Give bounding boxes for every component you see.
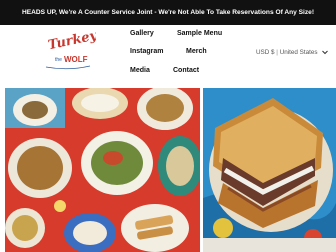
announcement-text: HEADS UP, We're A Counter Service Joint … [21, 9, 315, 16]
chevron-down-icon [321, 48, 329, 56]
nav-link-merch[interactable]: Merch [186, 48, 207, 55]
nav-link-sample-menu[interactable]: Sample Menu [177, 30, 222, 37]
site-logo[interactable]: Turkey the WOLF [40, 28, 100, 73]
photo-strip-divider [203, 238, 336, 252]
table-of-dishes-photo [5, 88, 200, 252]
currency-country: United States [279, 49, 318, 56]
grilled-sandwich-photo [203, 88, 336, 252]
currency-code: USD $ [256, 49, 275, 56]
site-header: Turkey the WOLF Gallery Sample Menu Inst… [0, 25, 336, 85]
currency-selector[interactable]: USD $ | United States [256, 46, 329, 60]
svg-text:Turkey: Turkey [47, 29, 96, 53]
svg-text:the: the [55, 57, 62, 63]
nav-link-gallery[interactable]: Gallery [130, 30, 154, 37]
svg-text:WOLF: WOLF [64, 55, 88, 64]
currency-separator: | [276, 49, 278, 56]
announcement-bar: HEADS UP, We're A Counter Service Joint … [0, 0, 336, 25]
nav-link-media[interactable]: Media [130, 67, 150, 74]
nav-link-contact[interactable]: Contact [173, 67, 199, 74]
nav-link-instagram[interactable]: Instagram [130, 48, 163, 55]
